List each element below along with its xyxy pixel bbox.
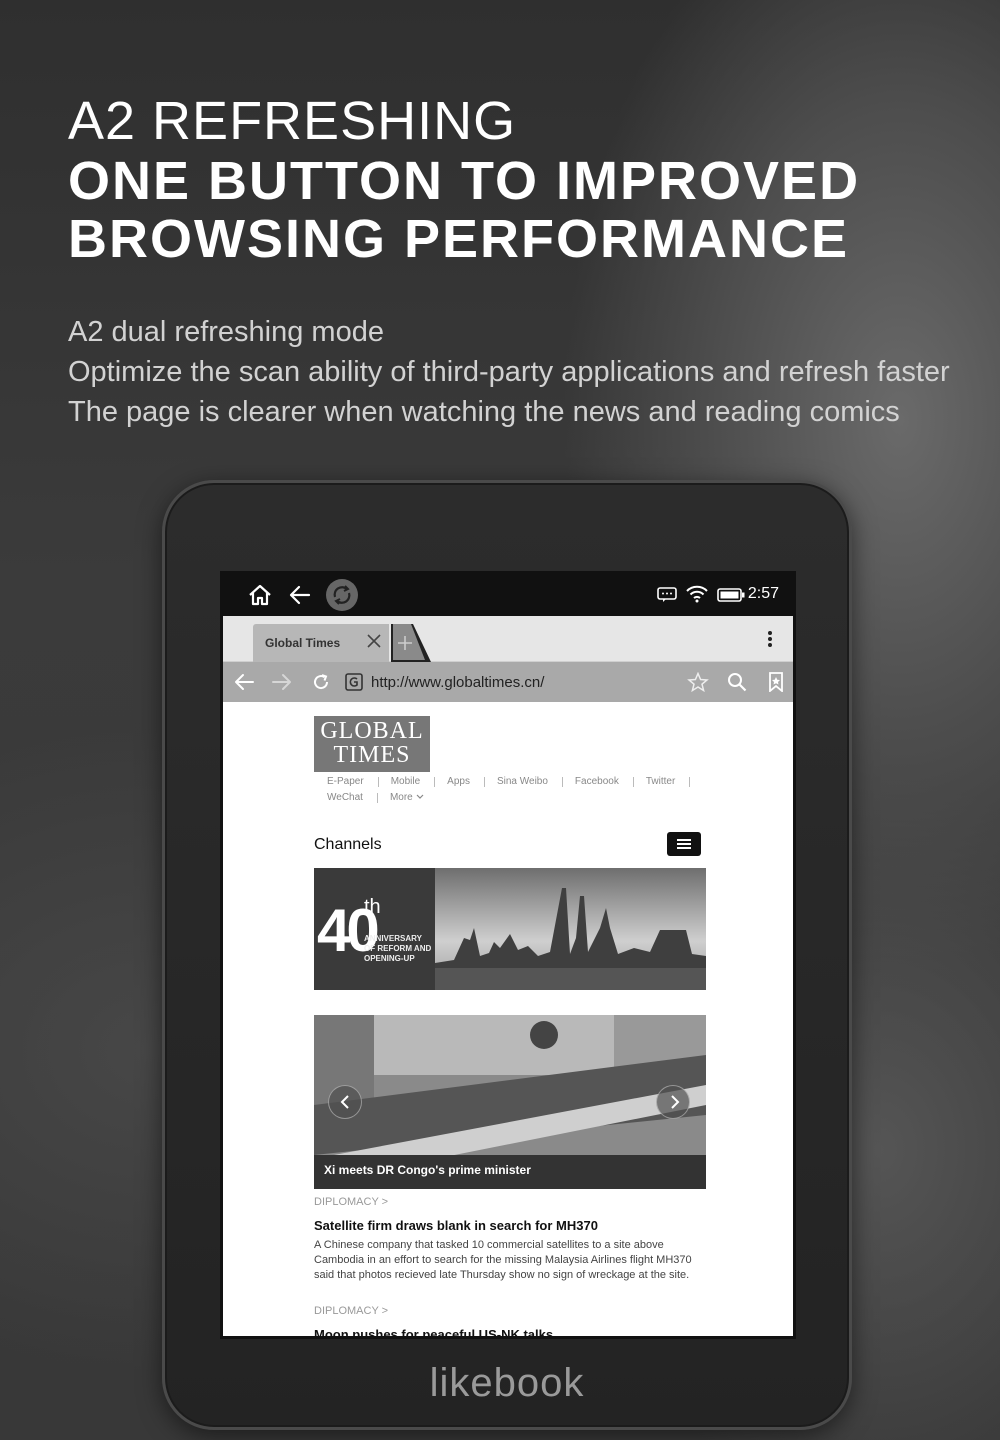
channels-menu-button[interactable] (667, 832, 701, 856)
anniversary-suffix: th (364, 896, 381, 918)
anniversary-text: ANNIVERSARY OF REFORM AND OPENING-UP (364, 934, 432, 963)
link-twitter[interactable]: Twitter (634, 777, 691, 787)
browser-tab-bar: Global Times (223, 616, 793, 662)
reload-icon[interactable] (311, 672, 331, 692)
carousel-next-button[interactable] (656, 1085, 690, 1119)
wifi-icon (686, 585, 708, 603)
subtext-line2: Optimize the scan ability of third-party… (68, 356, 950, 388)
browser-forward-icon[interactable] (271, 672, 293, 692)
article-title[interactable]: Satellite firm draws blank in search for… (314, 1218, 598, 1233)
chevron-left-icon (340, 1095, 349, 1109)
web-page: GLOBAL TIMES E-Paper Mobile Apps Sina We… (223, 702, 793, 1336)
link-facebook[interactable]: Facebook (563, 777, 634, 787)
message-icon (657, 587, 677, 602)
tab-global-times[interactable]: Global Times (253, 624, 389, 662)
brand-logo: likebook (429, 1361, 585, 1405)
anniversary-banner[interactable]: 40 th ANNIVERSARY OF REFORM AND OPENING-… (314, 868, 706, 990)
news-photo-carousel[interactable]: Xi meets DR Congo's prime minister (314, 1015, 706, 1189)
chevron-right-icon (671, 1095, 680, 1109)
site-links: E-Paper Mobile Apps Sina Weibo Facebook … (315, 774, 715, 806)
browser-back-icon[interactable] (233, 672, 255, 692)
url-field[interactable]: http://www.globaltimes.cn/ (371, 674, 544, 691)
bookmark-icon[interactable] (768, 672, 784, 692)
photo-caption[interactable]: Xi meets DR Congo's prime minister (324, 1163, 531, 1177)
tab-label: Global Times (265, 636, 341, 650)
link-apps[interactable]: Apps (435, 777, 485, 787)
site-favicon-icon (345, 673, 363, 691)
article-title[interactable]: Moon pushes for peaceful US-NK talks (314, 1327, 553, 1336)
new-tab-button[interactable] (391, 624, 431, 662)
chevron-down-icon (416, 794, 423, 799)
subtext: A2 dual refreshing mode Optimize the sca… (68, 312, 950, 432)
home-icon[interactable] (247, 583, 273, 607)
link-wechat[interactable]: WeChat (315, 793, 378, 803)
battery-icon (717, 588, 745, 602)
ereader-device: 2:57 Global Times http://www.globaltimes… (162, 480, 852, 1430)
address-bar: http://www.globaltimes.cn/ (223, 662, 793, 702)
headline: A2 REFRESHING ONE BUTTON TO IMPROVED BRO… (68, 90, 860, 268)
article-summary: A Chinese company that tasked 10 commerc… (314, 1239, 692, 1281)
subtext-line3: The page is clearer when watching the ne… (68, 396, 900, 428)
link-mobile[interactable]: Mobile (379, 777, 436, 787)
article-category[interactable]: DIPLOMACY > (314, 1196, 388, 1208)
channels-heading: Channels (314, 836, 382, 853)
subtext-line1: A2 dual refreshing mode (68, 316, 384, 348)
headline-line1: A2 REFRESHING (68, 91, 517, 151)
link-sina-weibo[interactable]: Sina Weibo (485, 777, 563, 787)
search-icon[interactable] (727, 672, 747, 692)
close-tab-icon[interactable] (365, 632, 383, 650)
link-epaper[interactable]: E-Paper (315, 777, 379, 787)
link-more[interactable]: More (378, 793, 438, 803)
overflow-menu-icon[interactable] (767, 630, 773, 648)
global-times-logo[interactable]: GLOBAL TIMES (314, 716, 430, 772)
headline-line2: ONE BUTTON TO IMPROVED (68, 151, 861, 211)
star-icon[interactable] (687, 672, 709, 692)
back-icon[interactable] (287, 584, 313, 606)
device-screen: 2:57 Global Times http://www.globaltimes… (220, 571, 796, 1339)
refresh-a2-icon[interactable] (325, 578, 359, 612)
status-time: 2:57 (747, 585, 779, 602)
carousel-prev-button[interactable] (328, 1085, 362, 1119)
headline-line3: BROWSING PERFORMANCE (68, 209, 849, 269)
status-bar: 2:57 (223, 574, 793, 616)
article-category[interactable]: DIPLOMACY > (314, 1305, 388, 1317)
